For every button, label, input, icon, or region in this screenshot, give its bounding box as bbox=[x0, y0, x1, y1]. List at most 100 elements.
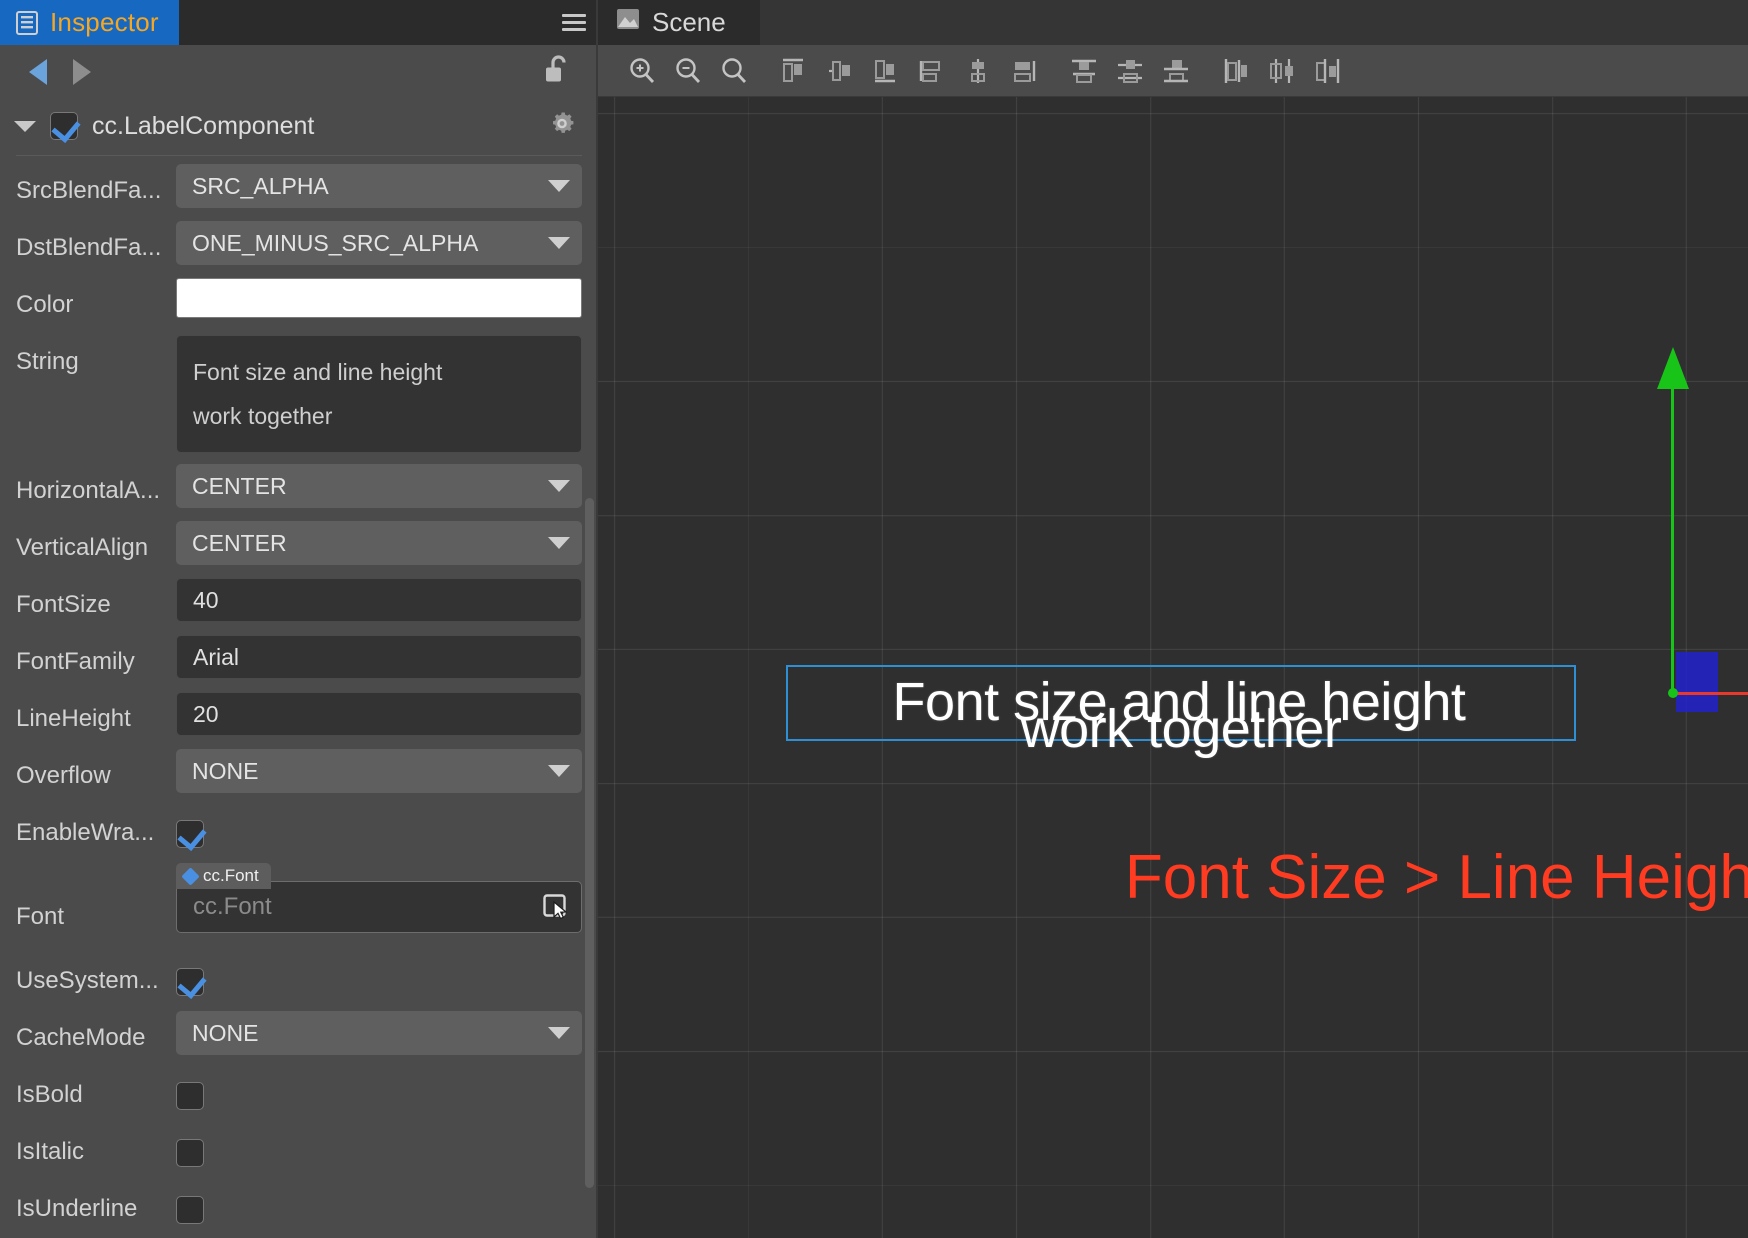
unlocked-padlock-icon bbox=[546, 55, 566, 82]
zoom-reset-icon bbox=[722, 57, 747, 83]
chevron-down-icon bbox=[548, 480, 570, 492]
distribute-bottom-button[interactable] bbox=[1156, 51, 1196, 91]
align-top-button[interactable] bbox=[912, 51, 952, 91]
chevron-down-icon bbox=[548, 237, 570, 249]
property-row-is-italic: IsItalic bbox=[0, 1125, 598, 1181]
align-left-button[interactable] bbox=[774, 51, 814, 91]
scene-viewport[interactable]: Font size and line height work together … bbox=[598, 97, 1748, 1238]
inspector-icon bbox=[16, 10, 38, 35]
annotation-text: Font Size > Line Height bbox=[1124, 843, 1748, 912]
property-row-src-blend-factor: SrcBlendFa... SRC_ALPHA bbox=[0, 164, 598, 220]
select-value: NONE bbox=[192, 1019, 259, 1046]
use-system-font-checkbox[interactable] bbox=[176, 968, 204, 996]
font-family-input[interactable]: Arial bbox=[176, 635, 582, 679]
scene-panel: Scene Font size and line height work tog… bbox=[598, 0, 1748, 1238]
line-height-input[interactable]: 20 bbox=[176, 692, 582, 736]
zoom-out-button[interactable] bbox=[668, 51, 708, 91]
vertical-align-select[interactable]: CENTER bbox=[176, 521, 582, 565]
property-row-overflow: Overflow NONE bbox=[0, 749, 598, 805]
zoom-in-button[interactable] bbox=[622, 51, 662, 91]
zoom-out-icon bbox=[676, 57, 701, 83]
property-list: SrcBlendFa... SRC_ALPHA DstBlendFa... ON… bbox=[0, 156, 598, 1238]
tab-inspector[interactable]: Inspector bbox=[0, 0, 179, 45]
history-back-button[interactable] bbox=[16, 52, 60, 92]
distribute-left-icon bbox=[1224, 58, 1247, 83]
property-row-use-system-font: UseSystem... bbox=[0, 954, 598, 1010]
gizmo-y-axis-line[interactable] bbox=[1671, 382, 1674, 692]
property-field: 20 bbox=[176, 692, 582, 736]
lock-inspector-button[interactable] bbox=[544, 55, 572, 90]
component-header[interactable]: cc.LabelComponent bbox=[0, 99, 598, 153]
src-blend-factor-select[interactable]: SRC_ALPHA bbox=[176, 164, 582, 208]
history-forward-button[interactable] bbox=[60, 52, 104, 92]
select-value: ONE_MINUS_SRC_ALPHA bbox=[192, 229, 479, 256]
hamburger-menu-icon bbox=[562, 10, 586, 35]
asset-field-wrapper: cc.Font cc.Font bbox=[176, 863, 582, 933]
asset-type-tag: cc.Font bbox=[176, 863, 271, 889]
string-textarea[interactable]: Font size and line height work together bbox=[176, 335, 582, 453]
font-size-input[interactable]: 40 bbox=[176, 578, 582, 622]
property-field: CENTER bbox=[176, 464, 582, 508]
select-value: NONE bbox=[192, 757, 259, 784]
asset-picker-button[interactable] bbox=[543, 894, 569, 920]
distribute-right-icon bbox=[1316, 58, 1340, 83]
distribute-left-button[interactable] bbox=[1216, 51, 1256, 91]
gizmo-x-axis-line[interactable] bbox=[1674, 692, 1748, 695]
distribute-vertical-center-button[interactable] bbox=[1110, 51, 1150, 91]
property-field: Font size and line height work together bbox=[176, 335, 582, 453]
is-italic-checkbox[interactable] bbox=[176, 1139, 204, 1167]
property-row-cache-mode: CacheMode NONE bbox=[0, 1011, 598, 1067]
caret-down-icon[interactable] bbox=[14, 120, 36, 132]
property-field bbox=[176, 278, 582, 318]
inspector-menu-button[interactable] bbox=[550, 0, 598, 45]
property-label: VerticalAlign bbox=[16, 534, 149, 561]
component-settings-button[interactable] bbox=[548, 110, 576, 143]
scene-tabbar-empty-space bbox=[759, 0, 1748, 45]
chevron-down-icon bbox=[548, 180, 570, 192]
inspector-navbar bbox=[0, 45, 598, 99]
inspector-scrollbar[interactable] bbox=[585, 498, 594, 1188]
property-label: DstBlendFa... bbox=[16, 234, 162, 261]
cache-mode-select[interactable]: NONE bbox=[176, 1011, 582, 1055]
input-value: 40 bbox=[193, 586, 219, 613]
gizmo-z-plane-handle[interactable] bbox=[1676, 652, 1718, 712]
property-field: CENTER bbox=[176, 521, 582, 565]
inspector-panel: Inspector cc.LabelComponent SrcBlendFa..… bbox=[0, 0, 598, 1238]
color-swatch-button[interactable] bbox=[176, 278, 582, 318]
zoom-reset-button[interactable] bbox=[714, 51, 754, 91]
gizmo-y-axis-arrow-icon[interactable] bbox=[1657, 347, 1689, 389]
chevron-down-icon bbox=[548, 765, 570, 777]
horizontal-align-select[interactable]: CENTER bbox=[176, 464, 582, 508]
is-underline-checkbox[interactable] bbox=[176, 1196, 204, 1224]
scene-label-node-text: Font size and line height work together bbox=[786, 665, 1576, 756]
dst-blend-factor-select[interactable]: ONE_MINUS_SRC_ALPHA bbox=[176, 221, 582, 265]
tab-scene[interactable]: Scene bbox=[598, 0, 760, 45]
property-row-color: Color bbox=[0, 278, 598, 334]
is-bold-checkbox[interactable] bbox=[176, 1082, 204, 1110]
property-field: NONE bbox=[176, 1011, 582, 1055]
property-label: LineHeight bbox=[16, 705, 131, 732]
enable-wrap-text-checkbox[interactable] bbox=[176, 820, 204, 848]
gizmo-origin-point[interactable] bbox=[1668, 688, 1678, 698]
align-horizontal-center-icon bbox=[829, 60, 850, 81]
distribute-top-button[interactable] bbox=[1064, 51, 1104, 91]
distribute-horizontal-center-button[interactable] bbox=[1262, 51, 1302, 91]
component-enabled-checkbox[interactable] bbox=[50, 112, 78, 140]
zoom-in-icon bbox=[630, 57, 655, 83]
align-horizontal-center-button[interactable] bbox=[820, 51, 860, 91]
property-row-dst-blend-factor: DstBlendFa... ONE_MINUS_SRC_ALPHA bbox=[0, 221, 598, 277]
align-bottom-button[interactable] bbox=[1004, 51, 1044, 91]
align-vertical-center-button[interactable] bbox=[958, 51, 998, 91]
property-label: HorizontalA... bbox=[16, 477, 161, 504]
align-right-button[interactable] bbox=[866, 51, 906, 91]
distribute-right-button[interactable] bbox=[1308, 51, 1348, 91]
chevron-down-icon bbox=[548, 1027, 570, 1039]
input-value: 20 bbox=[193, 700, 219, 727]
tabbar-empty-space bbox=[178, 0, 550, 45]
property-field bbox=[176, 954, 582, 996]
property-row-font-family: FontFamily Arial bbox=[0, 635, 598, 691]
overflow-select[interactable]: NONE bbox=[176, 749, 582, 793]
property-label: IsItalic bbox=[16, 1138, 85, 1165]
component-title: cc.LabelComponent bbox=[92, 111, 315, 140]
select-value: SRC_ALPHA bbox=[192, 172, 329, 199]
